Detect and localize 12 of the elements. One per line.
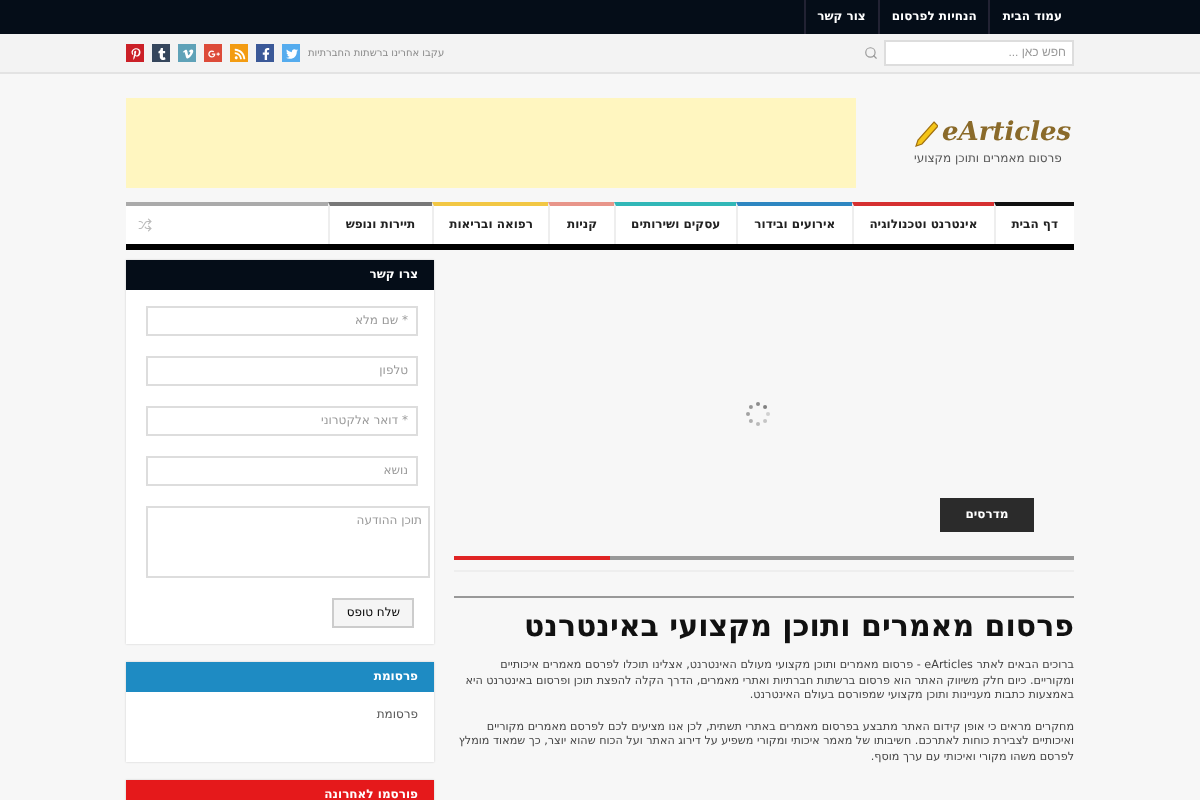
page-title: פרסום מאמרים ותוכן מקצועי באינטרנט xyxy=(521,608,1074,644)
twitter-icon[interactable] xyxy=(282,44,300,62)
loading-spinner-icon xyxy=(744,400,772,428)
facebook-icon[interactable] xyxy=(256,44,274,62)
vimeo-icon[interactable] xyxy=(178,44,196,62)
search-icon xyxy=(864,46,878,60)
logo[interactable]: eArticles xyxy=(914,118,1072,148)
googleplus-icon[interactable] xyxy=(204,44,222,62)
tumblr-icon[interactable] xyxy=(152,44,170,62)
rss-icon[interactable] xyxy=(230,44,248,62)
pencil-icon xyxy=(914,119,938,147)
pinterest-icon[interactable] xyxy=(126,44,144,62)
